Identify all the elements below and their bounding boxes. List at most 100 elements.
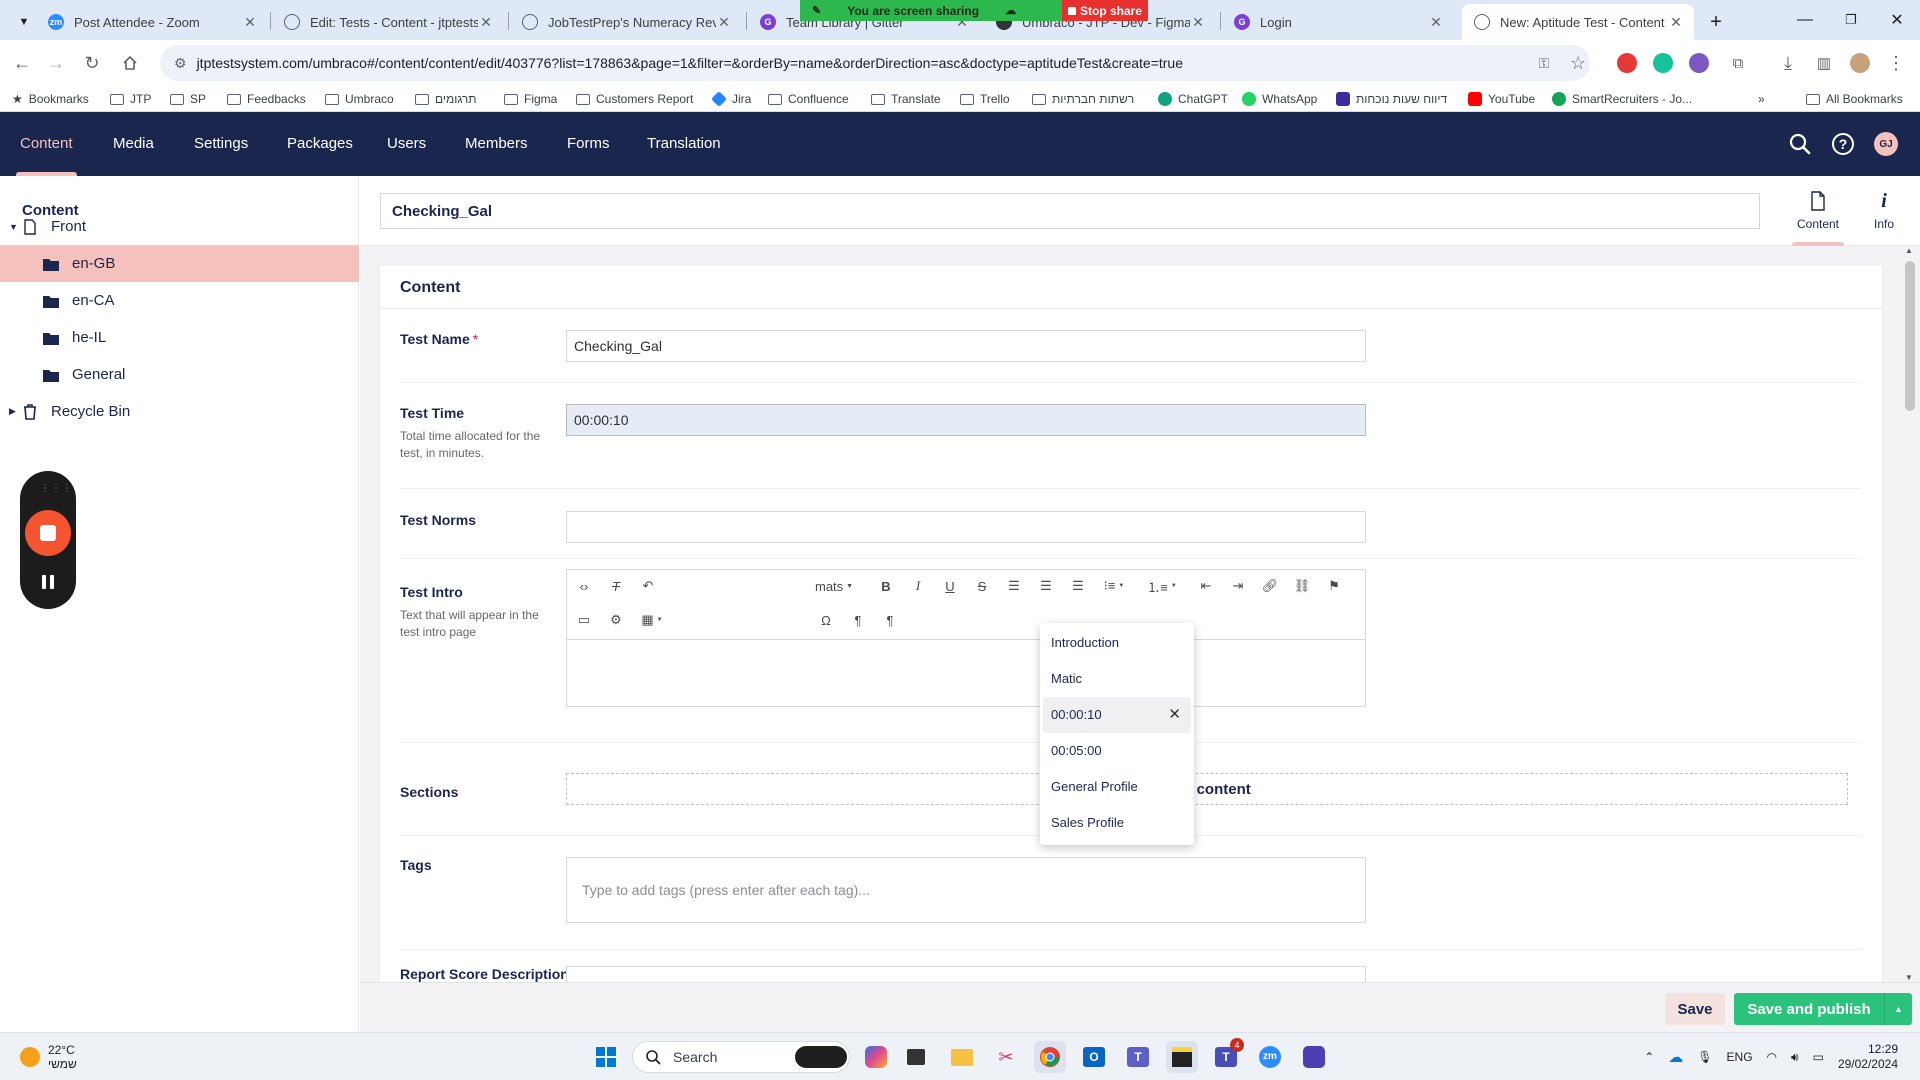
bookmark-folder[interactable]: תרגומים	[415, 90, 477, 108]
scrollbar-thumb[interactable]	[1905, 261, 1915, 411]
underline-icon[interactable]: U	[939, 575, 961, 597]
tree-node-he-il[interactable]: he-IL	[0, 319, 359, 356]
help-button[interactable]: ?	[1831, 132, 1855, 156]
section-settings[interactable]: Settings	[194, 112, 248, 176]
taskbar-outlook[interactable]: O	[1078, 1041, 1110, 1073]
add-content-button[interactable]: Add content	[566, 773, 1848, 805]
chevron-up-icon[interactable]: ⌃	[1644, 1050, 1654, 1064]
close-icon[interactable]: ✕	[1168, 697, 1181, 733]
unlink-icon[interactable]: ⛓︎	[1291, 575, 1313, 597]
bookmark-item[interactable]: Jira	[711, 90, 751, 108]
bookmark-folder[interactable]: Confluence	[768, 90, 849, 108]
bookmark-folder[interactable]: Feedbacks	[227, 90, 306, 108]
tree-node-front[interactable]: ▼ Front	[0, 208, 359, 245]
bookmark-item[interactable]: SmartRecruiters - Jo...	[1552, 90, 1692, 108]
home-button[interactable]	[118, 51, 142, 75]
align-center-icon[interactable]: ☰	[1035, 575, 1057, 597]
italic-icon[interactable]: I	[907, 575, 929, 597]
section-users[interactable]: Users	[387, 112, 426, 176]
close-icon[interactable]: ✕	[1428, 14, 1444, 31]
section-packages[interactable]: Packages	[287, 112, 353, 176]
outdent-icon[interactable]: ⇤	[1195, 575, 1217, 597]
close-window-button[interactable]: ✕	[1874, 8, 1920, 32]
tree-node-general[interactable]: General	[0, 356, 359, 393]
taskbar-chrome[interactable]	[1034, 1041, 1066, 1073]
bookmark-item[interactable]: WhatsApp	[1242, 90, 1317, 108]
wifi-icon[interactable]: ◠	[1767, 1050, 1777, 1064]
rte-body[interactable]	[567, 641, 1365, 706]
dropdown-option[interactable]: General Profile	[1040, 769, 1194, 805]
taskbar-search[interactable]: Search	[632, 1041, 850, 1073]
link-icon[interactable]: 🔗︎	[1259, 575, 1281, 597]
tree-node-en-gb[interactable]: en-GB	[0, 245, 359, 282]
browser-tab-active[interactable]: New: Aptitude Test - Content - ✕	[1462, 4, 1694, 40]
undo-icon[interactable]: ↶	[637, 575, 659, 597]
browser-tab[interactable]: G Login ✕	[1222, 4, 1454, 40]
bookmark-folder[interactable]: Figma	[504, 90, 557, 108]
rtl-icon[interactable]: ¶	[879, 609, 901, 631]
indent-icon[interactable]: ⇥	[1227, 575, 1249, 597]
more-bookmarks-button[interactable]: »	[1758, 90, 1765, 108]
ltr-icon[interactable]: ¶	[847, 609, 869, 631]
taskbar-teams[interactable]: T	[1122, 1041, 1154, 1073]
pause-recording-button[interactable]	[40, 575, 56, 591]
bookmark-folder[interactable]: Trello	[960, 90, 1010, 108]
taskbar-sticky-notes[interactable]	[1166, 1041, 1198, 1073]
site-settings-icon[interactable]: ⚙	[174, 55, 187, 72]
taskbar-app[interactable]	[1298, 1041, 1330, 1073]
download-icon[interactable]: ⤓	[1776, 51, 1800, 75]
bookmark-item[interactable]: דיווח שעות נוכחות	[1336, 90, 1447, 108]
scroll-down-icon[interactable]: ▼	[1905, 973, 1913, 982]
minimize-button[interactable]: —	[1782, 8, 1828, 32]
bookmark-item[interactable]: YouTube	[1468, 90, 1535, 108]
table-icon[interactable]: ▦ ▼	[637, 609, 667, 631]
onedrive-icon[interactable]: ☁	[1668, 1048, 1683, 1066]
battery-icon[interactable]: ▭	[1813, 1050, 1824, 1064]
extensions-puzzle-icon[interactable]: ⧉	[1726, 51, 1750, 75]
address-bar[interactable]: ⚙ jtptestsystem.com/umbraco#/content/con…	[160, 45, 1590, 81]
restore-button[interactable]: ❐	[1828, 8, 1874, 32]
stop-recording-button[interactable]	[25, 510, 71, 556]
section-translation[interactable]: Translation	[647, 112, 721, 176]
bookmark-item[interactable]: ★ Bookmarks	[12, 90, 89, 108]
numbered-list-icon[interactable]: ⒈≡ ▼	[1147, 575, 1177, 597]
volume-icon[interactable]: 🔊︎	[1791, 1050, 1799, 1065]
grammarly-extension-icon[interactable]	[1653, 53, 1673, 73]
clock[interactable]: 12:29 29/02/2024	[1838, 1042, 1898, 1072]
browser-tab[interactable]: JobTestPrep's Numeracy Review ✕	[510, 4, 742, 40]
section-members[interactable]: Members	[465, 112, 528, 176]
bold-icon[interactable]: B	[875, 575, 897, 597]
extension-icon[interactable]	[1689, 53, 1709, 73]
tree-node-en-ca[interactable]: en-CA	[0, 282, 359, 319]
dropdown-option-selected[interactable]: 00:00:10 ✕	[1043, 697, 1191, 733]
scroll-up-icon[interactable]: ▲	[1905, 246, 1913, 255]
bookmark-folder[interactable]: Translate	[871, 90, 941, 108]
content-app-button[interactable]: Content	[1786, 176, 1850, 246]
side-panel-icon[interactable]: ▥	[1812, 51, 1836, 75]
strikethrough-icon[interactable]: S	[971, 575, 993, 597]
profile-avatar[interactable]	[1850, 53, 1870, 73]
tags-input[interactable]	[582, 876, 1342, 904]
taskbar-copilot[interactable]	[860, 1041, 892, 1073]
info-app-button[interactable]: i Info	[1852, 176, 1916, 246]
close-icon[interactable]: ✕	[1668, 14, 1684, 31]
special-char-icon[interactable]: Ω	[815, 609, 837, 631]
password-key-icon[interactable]: ⚿	[1532, 51, 1556, 75]
bullet-list-icon[interactable]: ⁝≡ ▼	[1099, 575, 1129, 597]
back-button[interactable]: ←	[10, 51, 34, 75]
test-norms-input[interactable]	[566, 511, 1366, 543]
bookmark-item[interactable]: ChatGPT	[1158, 90, 1228, 108]
document-name-input[interactable]	[380, 193, 1760, 229]
taskbar-task-view[interactable]	[900, 1041, 932, 1073]
opera-extension-icon[interactable]	[1617, 53, 1637, 73]
dropdown-option[interactable]: 00:05:00	[1040, 733, 1194, 769]
close-icon[interactable]: ✕	[478, 14, 494, 31]
caret-right-icon[interactable]: ▶	[9, 406, 21, 417]
user-avatar[interactable]: GJ	[1874, 132, 1898, 156]
weather-widget[interactable]: 22°C שמשי	[20, 1043, 77, 1071]
align-left-icon[interactable]: ☰	[1003, 575, 1025, 597]
bookmark-folder[interactable]: רשתות חברתיות	[1032, 90, 1134, 108]
bookmark-folder[interactable]: Umbraco	[325, 90, 394, 108]
browser-tab[interactable]: Edit: Tests - Content - jtptestsys ✕	[272, 4, 504, 40]
test-name-input[interactable]	[566, 330, 1366, 362]
